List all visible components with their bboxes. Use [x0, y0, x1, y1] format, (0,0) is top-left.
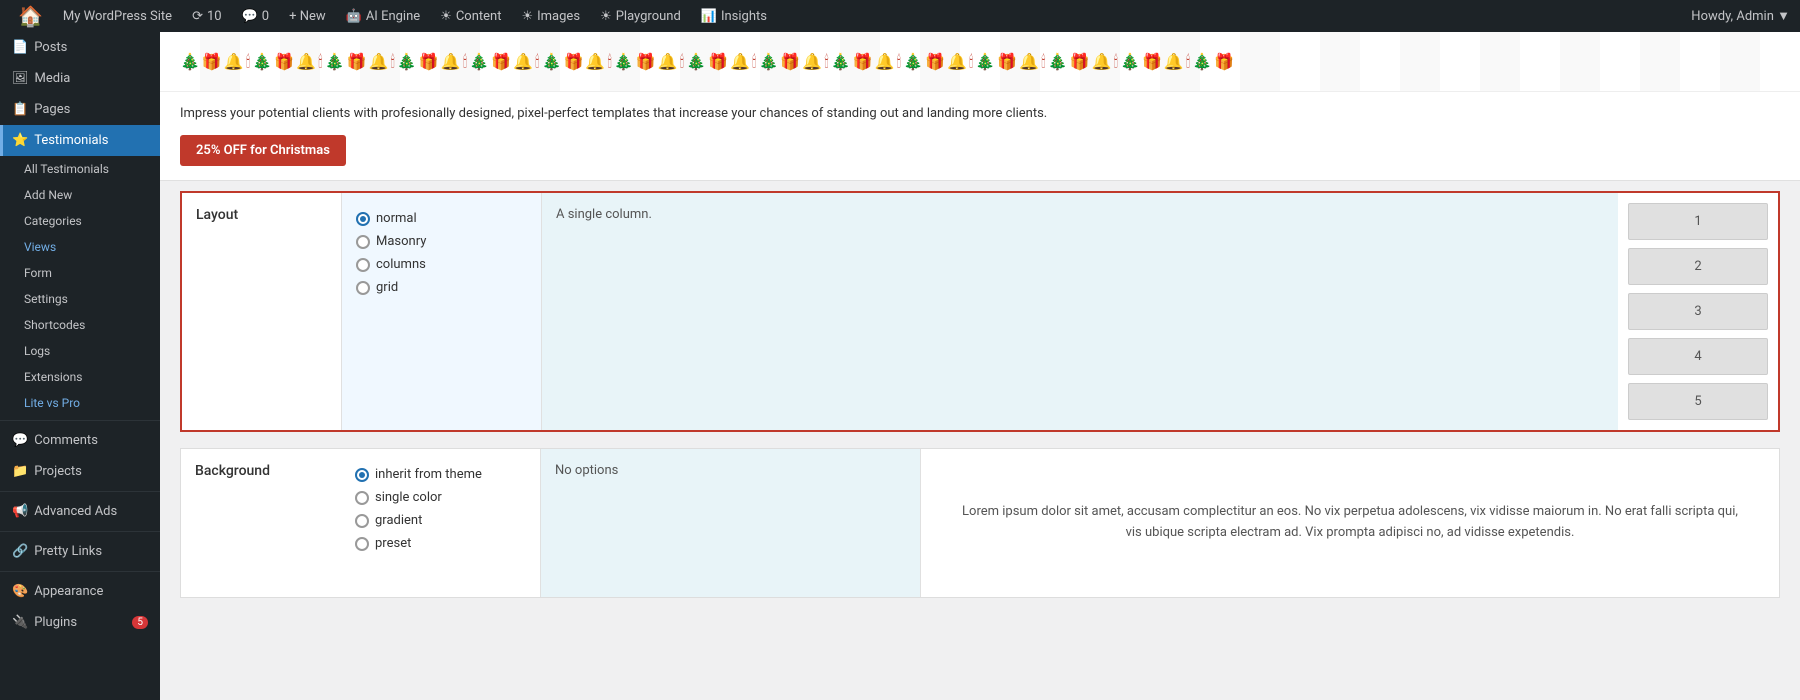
menu-separator-3 [0, 531, 160, 532]
submenu-item-extensions[interactable]: Extensions [0, 364, 160, 390]
background-options: inherit from theme single color gradient… [341, 449, 541, 597]
menu-separator-1 [0, 420, 160, 421]
layout-section: Layout normal Masonry columns [180, 191, 1780, 432]
background-preview-text: Lorem ipsum dolor sit amet, accusam comp… [921, 449, 1779, 597]
banner-description: Impress your potential clients with prof… [160, 92, 1800, 135]
submenu-item-all-testimonials[interactable]: All Testimonials [0, 156, 160, 182]
sidebar-item-advanced-ads[interactable]: 📢 Advanced Ads [0, 496, 160, 527]
comments-counter[interactable]: 💬 0 [234, 0, 278, 32]
column-btn-3[interactable]: 3 [1628, 293, 1768, 330]
banner-ornaments: 🎄🎁🔔🕯🎄🎁🔔🕯🎄🎁🔔🕯🎄🎁🔔🕯🎄🎁🔔🕯🎄🎁🔔🕯🎄🎁🔔🕯🎄🎁🔔🕯🎄🎁🔔🕯🎄🎁🔔🕯… [160, 32, 1800, 92]
background-no-options: No options [541, 449, 921, 597]
radio-grid [356, 281, 370, 295]
main-content: 🎄🎁🔔🕯🎄🎁🔔🕯🎄🎁🔔🕯🎄🎁🔔🕯🎄🎁🔔🕯🎄🎁🔔🕯🎄🎁🔔🕯🎄🎁🔔🕯🎄🎁🔔🕯🎄🎁🔔🕯… [160, 32, 1800, 700]
submenu-item-lite-vs-pro[interactable]: Lite vs Pro [0, 390, 160, 416]
advanced-ads-icon: 📢 [12, 504, 28, 519]
layout-preview: A single column. [542, 193, 1618, 430]
wp-logo-icon: 🏠 [18, 4, 43, 28]
radio-inherit [355, 468, 369, 482]
site-name[interactable]: My WordPress Site [55, 0, 180, 32]
column-btn-2[interactable]: 2 [1628, 248, 1768, 285]
sidebar-item-testimonials[interactable]: ⭐ Testimonials [0, 125, 160, 156]
comments-icon: 💬 [12, 433, 28, 448]
layout-option-grid[interactable]: grid [356, 276, 527, 299]
ornaments-decoration: 🎄🎁🔔🕯🎄🎁🔔🕯🎄🎁🔔🕯🎄🎁🔔🕯🎄🎁🔔🕯🎄🎁🔔🕯🎄🎁🔔🕯🎄🎁🔔🕯🎄🎁🔔🕯🎄🎁🔔🕯… [180, 52, 1236, 72]
submenu-item-form[interactable]: Form [0, 260, 160, 286]
pretty-links-icon: 🔗 [12, 544, 28, 559]
promo-banner: 🎄🎁🔔🕯🎄🎁🔔🕯🎄🎁🔔🕯🎄🎁🔔🕯🎄🎁🔔🕯🎄🎁🔔🕯🎄🎁🔔🕯🎄🎁🔔🕯🎄🎁🔔🕯🎄🎁🔔🕯… [160, 32, 1800, 181]
user-greeting[interactable]: Howdy, Admin ▼ [1691, 8, 1790, 24]
appearance-icon: 🎨 [12, 584, 28, 599]
layout-option-normal[interactable]: normal [356, 207, 527, 230]
insights-menu[interactable]: 📊 Insights [693, 0, 775, 32]
bg-option-preset[interactable]: preset [355, 532, 526, 555]
testimonials-icon: ⭐ [12, 133, 28, 148]
admin-sidebar: 📄 Posts 🖼 Media 📋 Pages ⭐ Testimonials A… [0, 32, 160, 700]
layout-column-buttons: 1 2 3 4 5 [1618, 193, 1778, 430]
layout-options: normal Masonry columns grid [342, 193, 542, 430]
bg-option-single-color[interactable]: single color [355, 486, 526, 509]
plugins-icon: 🔌 [12, 615, 28, 630]
layout-option-masonry[interactable]: Masonry [356, 230, 527, 253]
background-label: Background [181, 449, 341, 597]
content-menu[interactable]: ☀ Content [432, 0, 509, 32]
layout-label: Layout [182, 193, 342, 430]
banner-cta-button[interactable]: 25% OFF for Christmas [180, 135, 346, 166]
menu-separator-2 [0, 491, 160, 492]
updates-counter[interactable]: ⟳ 10 [184, 0, 230, 32]
pages-icon: 📋 [12, 102, 28, 117]
submenu-item-categories[interactable]: Categories [0, 208, 160, 234]
submenu-item-logs[interactable]: Logs [0, 338, 160, 364]
projects-icon: 📁 [12, 464, 28, 479]
sidebar-item-plugins[interactable]: 🔌 Plugins 5 [0, 607, 160, 638]
sidebar-item-pretty-links[interactable]: 🔗 Pretty Links [0, 536, 160, 567]
radio-masonry [356, 235, 370, 249]
posts-icon: 📄 [12, 40, 28, 55]
column-btn-5[interactable]: 5 [1628, 383, 1768, 420]
submenu-item-views[interactable]: Views [0, 234, 160, 260]
radio-normal [356, 212, 370, 226]
bg-option-inherit[interactable]: inherit from theme [355, 463, 526, 486]
sidebar-item-pages[interactable]: 📋 Pages [0, 94, 160, 125]
submenu-item-add-new[interactable]: Add New [0, 182, 160, 208]
sidebar-item-appearance[interactable]: 🎨 Appearance [0, 576, 160, 607]
new-content-button[interactable]: + New [281, 0, 334, 32]
playground-menu[interactable]: ☀ Playground [592, 0, 689, 32]
layout-option-columns[interactable]: columns [356, 253, 527, 276]
radio-gradient [355, 514, 369, 528]
submenu-item-shortcodes[interactable]: Shortcodes [0, 312, 160, 338]
sidebar-item-media[interactable]: 🖼 Media [0, 63, 160, 94]
submenu-item-settings[interactable]: Settings [0, 286, 160, 312]
plugins-badge: 5 [132, 616, 148, 629]
admin-bar: 🏠 My WordPress Site ⟳ 10 💬 0 + New 🤖 AI … [0, 0, 1800, 32]
sidebar-item-projects[interactable]: 📁 Projects [0, 456, 160, 487]
images-menu[interactable]: ☀ Images [513, 0, 588, 32]
menu-separator-4 [0, 571, 160, 572]
ai-engine-menu[interactable]: 🤖 AI Engine [338, 0, 429, 32]
media-icon: 🖼 [12, 71, 29, 86]
sidebar-item-comments[interactable]: 💬 Comments [0, 425, 160, 456]
background-section: Background inherit from theme single col… [180, 448, 1780, 598]
column-btn-1[interactable]: 1 [1628, 203, 1768, 240]
column-btn-4[interactable]: 4 [1628, 338, 1768, 375]
radio-single-color [355, 491, 369, 505]
radio-preset [355, 537, 369, 551]
bg-option-gradient[interactable]: gradient [355, 509, 526, 532]
sidebar-item-posts[interactable]: 📄 Posts [0, 32, 160, 63]
radio-columns [356, 258, 370, 272]
wp-logo[interactable]: 🏠 [10, 0, 51, 32]
